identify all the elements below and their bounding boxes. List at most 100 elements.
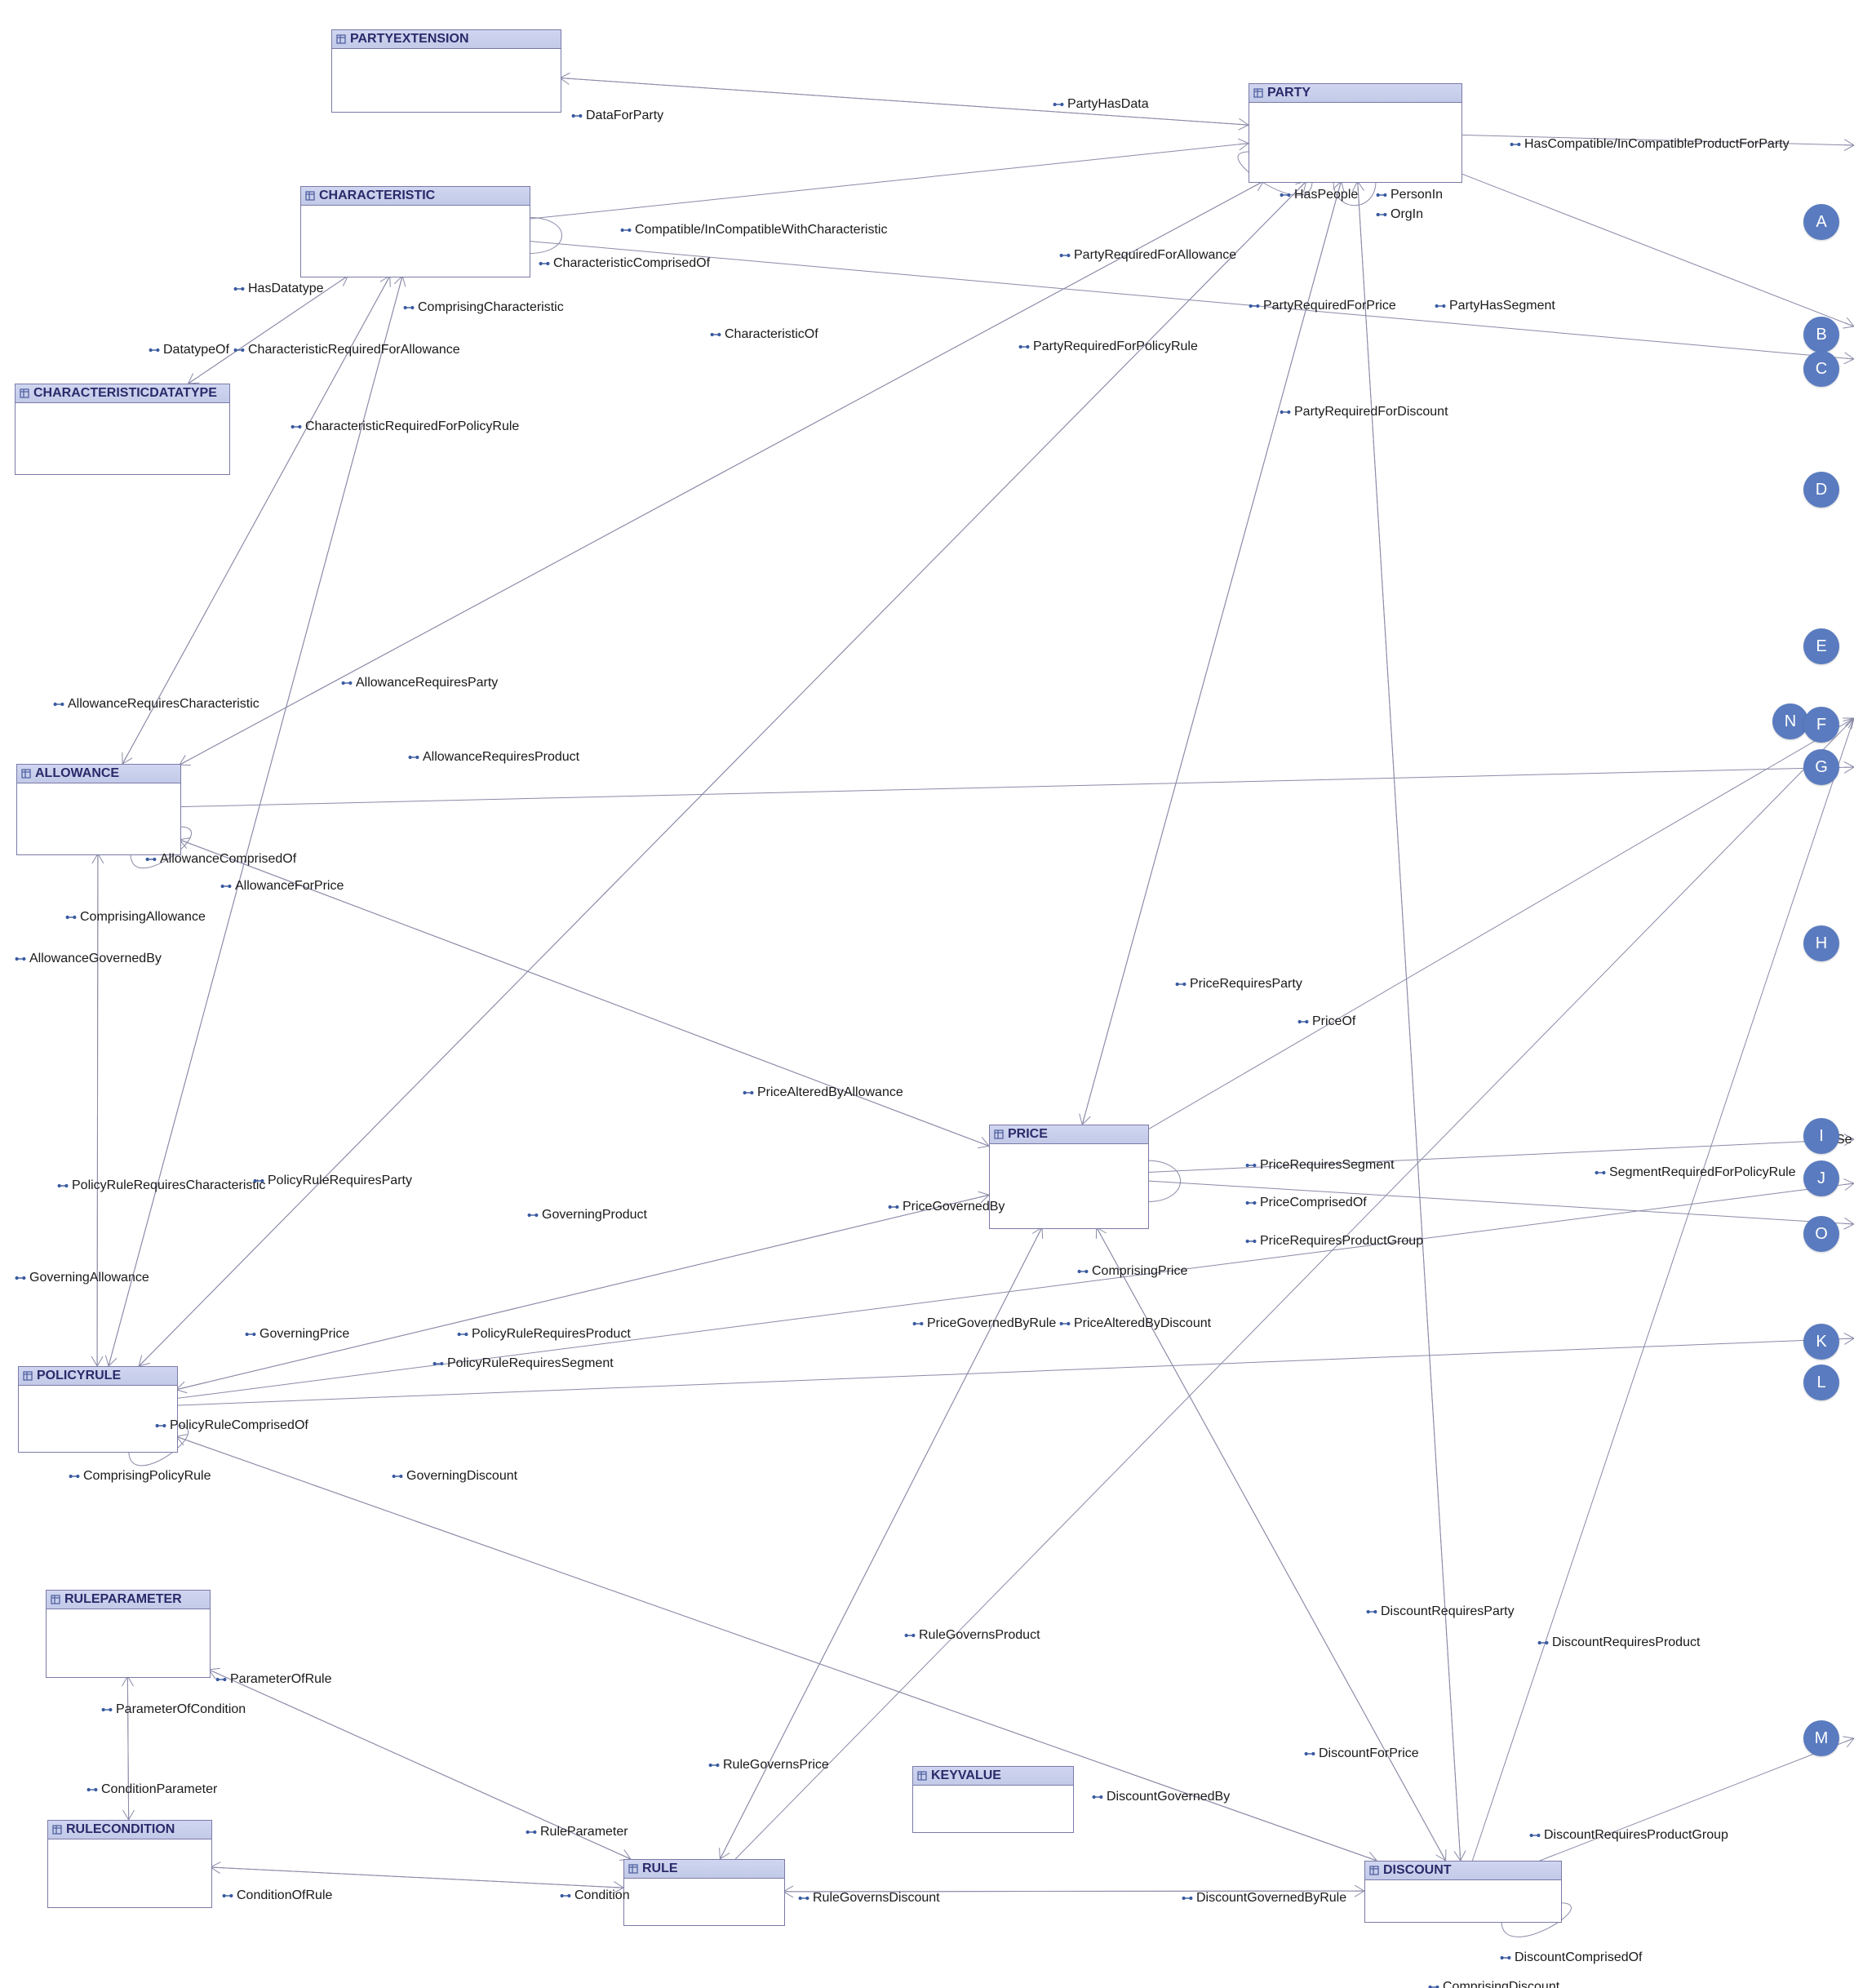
badge-j[interactable]: J: [1803, 1160, 1839, 1196]
rel-label-text: Compatible/InCompatibleWithCharacteristi…: [635, 223, 887, 237]
entity-title: DISCOUNT: [1383, 1863, 1452, 1878]
relationship-icon: [710, 331, 721, 339]
badge-i[interactable]: I: [1803, 1118, 1839, 1154]
relationship-icon: [222, 1892, 233, 1900]
badge-a[interactable]: A: [1803, 204, 1839, 240]
relationship-icon: [291, 423, 302, 431]
table-icon: [628, 1863, 639, 1875]
entity-title: CHARACTERISTIC: [319, 189, 435, 203]
relationship-icon: [1053, 100, 1064, 109]
badge-g[interactable]: G: [1803, 749, 1839, 785]
entity-body: [16, 403, 229, 475]
entity-partyextension[interactable]: PARTYEXTENSION: [331, 29, 561, 113]
entity-header[interactable]: POLICYRULE: [19, 1367, 177, 1386]
badge-l[interactable]: L: [1803, 1365, 1839, 1400]
entity-policyrule[interactable]: POLICYRULE: [18, 1366, 178, 1453]
rel-label-text: GoverningAllowance: [29, 1271, 149, 1285]
rel-label-comprisingpolicyrule: ComprisingPolicyRule: [69, 1469, 211, 1484]
entity-header[interactable]: ALLOWANCE: [17, 765, 180, 783]
badge-h[interactable]: H: [1803, 925, 1839, 961]
rel-label-text: DiscountForPrice: [1319, 1746, 1419, 1761]
entity-party[interactable]: PARTY: [1249, 83, 1462, 183]
rel-label-policyrulereqproduct: PolicyRuleRequiresProduct: [457, 1327, 631, 1342]
relationship-icon: [1077, 1267, 1089, 1276]
table-icon: [916, 1770, 928, 1782]
relationship-icon: [233, 346, 245, 354]
relationship-icon: [408, 753, 419, 761]
rel-label-text: DiscountComprisedOf: [1515, 1950, 1643, 1965]
rel-label-text: AllowanceRequiresParty: [356, 676, 498, 690]
rel-label-partyreqfordiscount: PartyRequiredForDiscount: [1280, 405, 1448, 419]
entity-title: POLICYRULE: [37, 1369, 121, 1383]
entity-price[interactable]: PRICE: [989, 1125, 1149, 1229]
relationship-icon: [1249, 302, 1260, 310]
entity-body: [1249, 103, 1461, 183]
entity-body: [624, 1879, 784, 1926]
entity-discount[interactable]: DISCOUNT: [1364, 1861, 1562, 1923]
entity-header[interactable]: KEYVALUE: [913, 1767, 1073, 1786]
rel-label-rulegovernsdiscount: RuleGovernsDiscount: [798, 1891, 940, 1906]
entity-header[interactable]: RULEPARAMETER: [47, 1591, 210, 1609]
rel-label-segreqforpolicyrule: SegmentRequiredForPolicyRule: [1595, 1165, 1796, 1180]
entity-characteristicdatatype[interactable]: CHARACTERISTICDATATYPE: [15, 384, 230, 475]
table-icon: [50, 1594, 61, 1605]
entity-body: [301, 206, 530, 277]
badge-o[interactable]: O: [1803, 1216, 1839, 1252]
rel-label-text: PartyHasSegment: [1449, 299, 1555, 313]
badge-d[interactable]: D: [1803, 472, 1839, 508]
entity-header[interactable]: PRICE: [990, 1125, 1148, 1144]
rel-label-text: DiscountRequiresParty: [1381, 1604, 1515, 1619]
entity-title: ALLOWANCE: [35, 766, 119, 781]
rel-label-text: ConditionOfRule: [237, 1888, 332, 1903]
entity-rulecondition[interactable]: RULECONDITION: [47, 1820, 212, 1908]
badge-k[interactable]: K: [1803, 1324, 1839, 1360]
rel-label-governingprice: GoverningPrice: [245, 1327, 349, 1342]
rel-label-text: ComprisingPrice: [1092, 1264, 1187, 1279]
rel-label-text: PartyRequiredForAllowance: [1074, 248, 1236, 263]
edges-layer: [0, 0, 1854, 1988]
entity-body: [913, 1786, 1073, 1833]
relationship-icon: [1428, 1983, 1439, 1988]
relationship-icon: [220, 882, 232, 890]
rel-label-pricealteredbydiscount: PriceAlteredByDiscount: [1059, 1316, 1211, 1331]
entity-keyvalue[interactable]: KEYVALUE: [912, 1766, 1074, 1833]
entity-title: PARTY: [1267, 86, 1311, 100]
badge-m[interactable]: M: [1803, 1720, 1839, 1756]
entity-header[interactable]: CHARACTERISTICDATATYPE: [16, 384, 229, 403]
entity-header[interactable]: PARTYEXTENSION: [332, 30, 561, 49]
entity-allowance[interactable]: ALLOWANCE: [16, 764, 181, 855]
relationship-icon: [245, 1330, 256, 1338]
table-icon: [1368, 1865, 1380, 1876]
relationship-icon: [215, 1675, 227, 1684]
rel-label-pricealteredbyallowance: PriceAlteredByAllowance: [743, 1085, 903, 1100]
rel-label-text: PolicyRuleComprisedOf: [170, 1418, 308, 1433]
relationship-icon: [708, 1761, 720, 1769]
entity-header[interactable]: PARTY: [1249, 84, 1461, 103]
entity-header[interactable]: CHARACTERISTIC: [301, 187, 530, 206]
relationship-icon: [341, 679, 353, 687]
entity-header[interactable]: RULECONDITION: [48, 1821, 211, 1839]
rel-label-governingdiscount: GoverningDiscount: [392, 1469, 517, 1484]
entity-characteristic[interactable]: CHARACTERISTIC: [300, 186, 530, 277]
badge-f[interactable]: F: [1803, 707, 1839, 743]
relationship-icon: [539, 260, 550, 268]
entity-rule[interactable]: RULE: [623, 1859, 785, 1926]
entity-header[interactable]: RULE: [624, 1860, 784, 1879]
entity-title: RULE: [642, 1862, 678, 1876]
relationship-icon: [15, 955, 26, 963]
rel-label-compatibleproductforparty: HasCompatible/InCompatibleProductForPart…: [1510, 137, 1790, 152]
relationship-icon: [1529, 1831, 1541, 1839]
rel-label-discountreqproduct: DiscountRequiresProduct: [1537, 1635, 1700, 1650]
rel-label-personin: PersonIn: [1376, 188, 1443, 202]
rel-label-text: PriceComprisedOf: [1260, 1196, 1367, 1210]
rel-label-ruleparameter: RuleParameter: [526, 1825, 628, 1839]
badge-c[interactable]: C: [1803, 351, 1839, 387]
rel-label-text: GoverningPrice: [259, 1327, 349, 1342]
rel-label-text: PriceOf: [1312, 1014, 1355, 1029]
entity-header[interactable]: DISCOUNT: [1365, 1862, 1561, 1880]
rel-label-text: ComprisingAllowance: [80, 910, 206, 925]
rel-label-discountcomprisedof: DiscountComprisedOf: [1500, 1950, 1643, 1965]
entity-ruleparameter[interactable]: RULEPARAMETER: [46, 1590, 211, 1678]
badge-e[interactable]: E: [1803, 628, 1839, 664]
badge-b[interactable]: B: [1803, 317, 1839, 353]
